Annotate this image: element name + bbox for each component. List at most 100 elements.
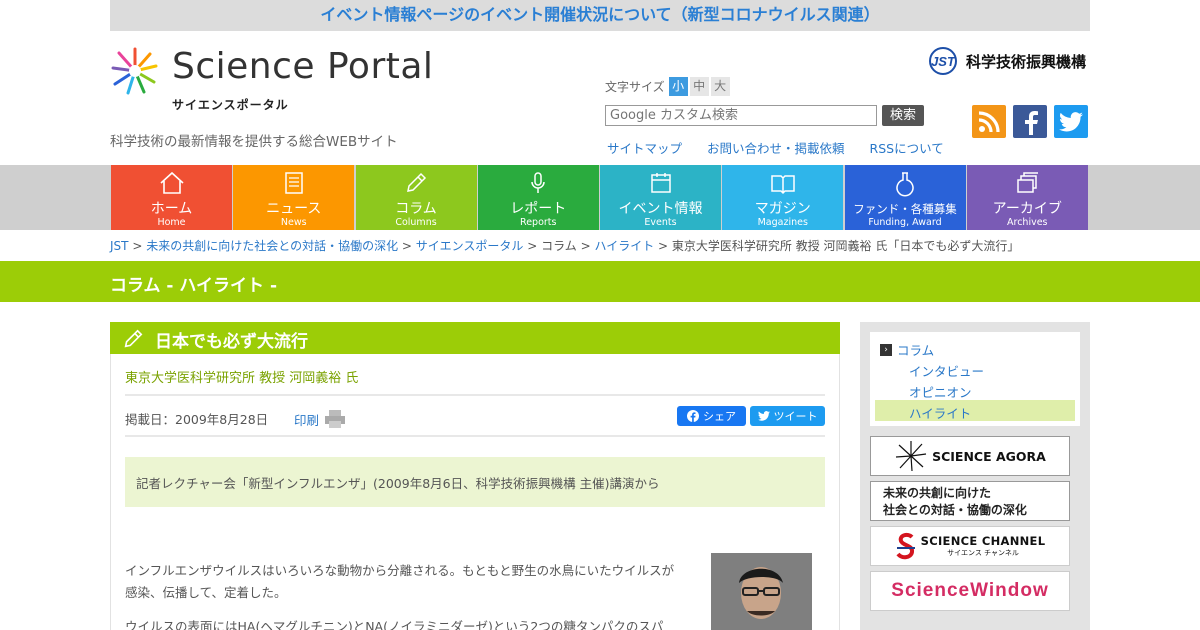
chevron-right-icon: ›: [880, 343, 892, 356]
jst-mark-icon: JST: [929, 47, 957, 75]
rss-icon[interactable]: [972, 105, 1006, 138]
firework-logo-icon: [111, 47, 158, 95]
nav-label: ファンド・各種募集: [853, 202, 957, 216]
font-size-selector: 文字サイズ 小 中 大: [605, 77, 732, 96]
agora-label: SCIENCE AGORA: [932, 448, 1046, 464]
tweet-label: ツイート: [773, 410, 818, 423]
nav-reports[interactable]: レポート Reports: [477, 165, 599, 230]
site-search: 検索: [605, 105, 925, 126]
font-size-small[interactable]: 小: [668, 77, 688, 96]
sidebar-item-interview[interactable]: インタビュー: [909, 361, 984, 380]
section-title: コラム - ハイライト -: [110, 276, 278, 296]
nav-label: マガジン: [754, 201, 811, 217]
nav-label: ニュース: [266, 201, 322, 217]
utility-links: サイトマップ お問い合わせ・掲載依頼 RSSについて: [607, 138, 969, 157]
social-links: [972, 105, 1095, 138]
breadcrumb-highlight[interactable]: ハイライト: [594, 239, 654, 253]
printer-icon: [325, 410, 346, 428]
microphone-icon: [531, 172, 545, 193]
science-channel-s-icon: [896, 532, 915, 560]
nav-sublabel: Home: [157, 217, 186, 228]
jst-name: 科学技術振興機構: [966, 52, 1087, 71]
jst-logo[interactable]: JST 科学技術振興機構: [924, 46, 1086, 76]
nav-magazines[interactable]: マガジン Magazines: [722, 165, 844, 230]
sidebar-item-opinion[interactable]: オピニオン: [909, 382, 972, 401]
print-link[interactable]: 印刷: [294, 409, 346, 429]
nav-events[interactable]: イベント情報 Events: [600, 165, 721, 230]
science-portal-logo[interactable]: Science Portal サイエンスポータル: [110, 44, 440, 114]
breadcrumb-portal[interactable]: サイエンスポータル: [416, 239, 524, 253]
nav-label: イベント情報: [618, 201, 703, 217]
channel-kana: サイエンス チャンネル: [947, 549, 1019, 557]
speaker-photo: [711, 553, 812, 630]
nav-home[interactable]: ホーム Home: [111, 165, 232, 230]
article-paragraph: インフルエンザウイルスはいろいろな動物から分離される。もともと野生の水鳥にいたウ…: [125, 563, 675, 600]
pencil-icon: [407, 172, 427, 192]
book-icon: [771, 175, 795, 195]
font-size-label: 文字サイズ: [605, 80, 665, 94]
agora-burst-icon: [896, 441, 927, 472]
divider: [125, 435, 825, 437]
covid-notice-bar[interactable]: イベント情報ページのイベント開催状況について（新型コロナウイルス関連）: [110, 0, 1090, 31]
science-channel-banner[interactable]: SCIENCE CHANNEL サイエンス チャンネル: [870, 526, 1070, 566]
archive-icon: [1017, 172, 1039, 193]
breadcrumb-kyoso[interactable]: 未来の共創に向けた社会との対話・協働の深化: [146, 239, 398, 253]
section-band: コラム - ハイライト -: [0, 261, 1200, 302]
nav-label: アーカイブ: [992, 201, 1062, 217]
logo-wordmark: Science Portal: [172, 46, 434, 87]
sidebar-root-label: コラム: [897, 343, 935, 358]
selected-highlight: [875, 400, 1075, 421]
channel-label: SCIENCE CHANNEL: [920, 534, 1046, 548]
contact-link[interactable]: お問い合わせ・掲載依頼: [707, 138, 845, 157]
science-window-banner[interactable]: ScienceWindow: [870, 571, 1070, 611]
nav-columns[interactable]: コラム Columns: [355, 165, 477, 230]
breadcrumb-column: コラム: [541, 239, 577, 253]
nav-funding[interactable]: ファンド・各種募集 Funding, Award: [844, 165, 966, 230]
flask-icon: [896, 172, 914, 197]
nav-label: コラム: [395, 201, 437, 217]
calendar-icon: [650, 173, 671, 193]
nav-archives[interactable]: アーカイブ Archives: [966, 165, 1088, 230]
share-label: シェア: [703, 410, 736, 423]
nav-sublabel: Reports: [520, 217, 557, 228]
nav-label: ホーム: [150, 201, 193, 217]
kyoso-line1: 未来の共創に向けた: [883, 486, 992, 500]
science-agora-banner[interactable]: SCIENCE AGORA: [870, 436, 1070, 476]
science-window-label: ScienceWindow: [891, 580, 1049, 601]
facebook-icon[interactable]: [1013, 105, 1047, 138]
twitter-icon[interactable]: [1054, 105, 1088, 138]
sidebar-menu: › コラム インタビュー オピニオン ハイライト: [870, 332, 1080, 426]
breadcrumb-current: 東京大学医科学研究所 教授 河岡義裕 氏「日本でも必ず大流行」: [671, 239, 1020, 253]
pencil-icon: [124, 329, 143, 348]
news-icon: [285, 172, 303, 194]
tweet-button[interactable]: ツイート: [750, 406, 825, 426]
print-label: 印刷: [294, 412, 320, 428]
nav-sublabel: Magazines: [757, 217, 808, 228]
nav-sublabel: Columns: [395, 217, 437, 228]
sidebar-item-highlight[interactable]: ハイライト: [909, 403, 971, 422]
rss-info-link[interactable]: RSSについて: [870, 138, 944, 157]
nav-label: レポート: [510, 201, 567, 217]
nav-news[interactable]: ニュース News: [233, 165, 355, 230]
nav-sublabel: News: [280, 217, 307, 228]
logo-kana: サイエンスポータル: [172, 98, 289, 112]
divider: [125, 394, 825, 396]
font-size-medium[interactable]: 中: [689, 77, 709, 96]
search-button[interactable]: 検索: [882, 105, 925, 126]
breadcrumb-jst[interactable]: JST: [110, 239, 129, 253]
svg-text:JST: JST: [931, 54, 956, 69]
nav-sublabel: Archives: [1007, 217, 1048, 228]
article-paragraph: ウイルスの表面にはHA(ヘマグルチニン)とNA(ノイラミニダーゼ)という2つの糖…: [125, 619, 664, 630]
facebook-icon: [687, 410, 699, 422]
home-icon: [159, 171, 184, 194]
search-input[interactable]: [605, 105, 877, 126]
sitemap-link[interactable]: サイトマップ: [607, 138, 682, 157]
font-size-large[interactable]: 大: [710, 77, 730, 96]
article-author[interactable]: 東京大学医科学研究所 教授 河岡義裕 氏: [125, 367, 358, 386]
sidebar-item-column[interactable]: › コラム: [880, 340, 934, 359]
article-title: 日本でも必ず大流行: [155, 332, 308, 352]
kyoso-banner[interactable]: 未来の共創に向けた 社会との対話・協働の深化: [870, 481, 1070, 521]
kyoso-line2: 社会との対話・協働の深化: [883, 503, 1027, 517]
facebook-share-button[interactable]: シェア: [677, 406, 746, 426]
publish-date: 掲載日：2009年8月28日: [125, 412, 269, 427]
